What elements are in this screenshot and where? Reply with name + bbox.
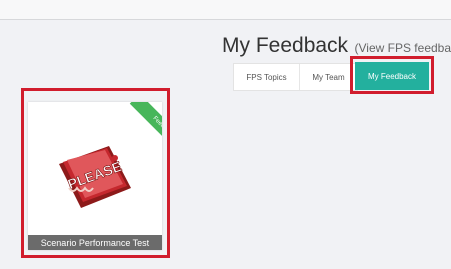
- card-title: Scenario Performance Test: [28, 235, 162, 250]
- page-title-text: My Feedback: [222, 34, 349, 57]
- tab-my-team[interactable]: My Team: [300, 64, 357, 90]
- view-fps-feedback-link[interactable]: (View FPS feedback): [355, 41, 451, 55]
- please-scroll-icon: PLEASE: [59, 146, 131, 208]
- feedback-card[interactable]: Feedback PLEASE Scenario Performance Tes…: [28, 102, 162, 250]
- page-title: My Feedback (View FPS feedback): [222, 34, 451, 58]
- tab-bar: FPS Topics My Team: [233, 63, 358, 91]
- tab-highlight-box: [350, 56, 434, 94]
- top-bar: [0, 0, 451, 20]
- tab-fps-topics[interactable]: FPS Topics: [234, 64, 300, 90]
